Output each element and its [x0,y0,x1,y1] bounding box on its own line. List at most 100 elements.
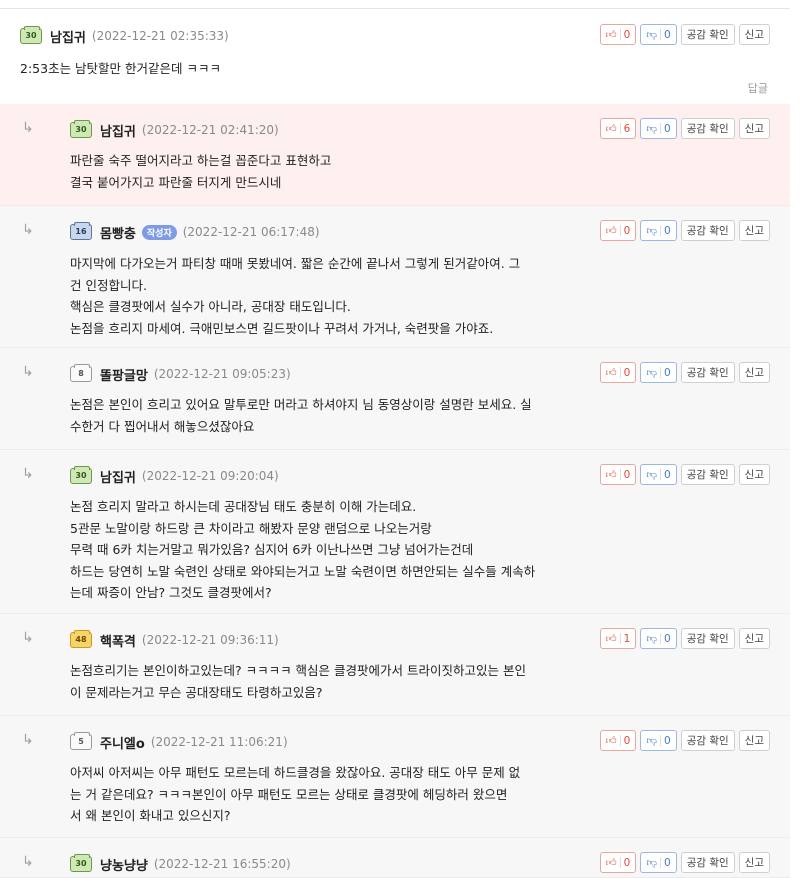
reply-link[interactable]: 답글 [748,80,768,96]
downvote-count: 0 [664,856,671,869]
comment-line: 논점 흐리지 말라고 하시는데 공대장님 태도 충분히 이해 가는데요. [70,499,417,514]
agree-check-button[interactable]: 공감 확인 [680,464,735,485]
nickname[interactable]: 남집귀 [50,27,86,46]
downvote-button[interactable]: 👎︎ 0 [640,118,677,139]
agree-check-button[interactable]: 공감 확인 [680,362,735,383]
comment-date: (2022-12-21 02:41:20) [141,123,279,137]
comment-actions: 👍︎ 1 👎︎ 0 공감 확인 신고 [599,628,770,649]
comment-actions: 👍︎ 0 👎︎ 0 공감 확인 신고 [599,464,770,485]
agree-check-button[interactable]: 공감 확인 [680,852,735,873]
report-button[interactable]: 신고 [738,730,770,751]
comment-root: 30 남집귀 (2022-12-21 02:35:33) 👍︎ 0 👎︎ 0 공감 … [0,10,790,105]
comment-reply: ↳ 16 몸빵충 작성자 (2022-12-21 06:17:48) 👍︎ 0 👎… [0,206,790,348]
upvote-button[interactable]: 👍︎ 0 [599,362,637,383]
comment-header: 16 몸빵충 작성자 (2022-12-21 06:17:48) [70,222,320,242]
comment-body: 파란줄 숙주 떨어지라고 하는걸 꼽준다고 표현하고 결국 붙어가지고 파란줄 … [70,150,630,193]
downvote-count: 0 [664,224,671,237]
comment-line: 핵심은 클경팟에서 실수가 아니라, 공대장 태도입니다. [70,299,351,314]
comment-line: 결국 붙어가지고 파란줄 터지게 만드시네 [70,174,282,190]
comment-reply: ↳ 5 주니엘o (2022-12-21 11:06:21) 👍︎ 0 👎︎ 0 공… [0,716,790,838]
comment-line: 논점은 본인이 흐리고 있어요 말투로만 머라고 하셔야지 님 동영상이랑 설명… [70,397,532,412]
nickname[interactable]: 남집귀 [100,121,136,140]
nickname[interactable]: 냥농냥냥 [100,855,148,874]
report-button[interactable]: 신고 [738,362,770,383]
thumbs-down-icon: 👎︎ [646,735,657,747]
thumbs-up-icon: 👍︎ [605,857,617,869]
comment-line: 하드는 당연히 노말 숙련인 상태로 와야되는거고 노말 숙련이면 하면안되는 … [70,563,536,579]
upvote-count: 0 [623,734,631,747]
level-badge-icon: 30 [70,466,92,484]
report-button[interactable]: 신고 [738,24,770,45]
comment-line: 2:53초는 남탓할만 한거같은데 ㅋㅋㅋ [20,61,221,76]
comment-actions: 👍︎ 0 👎︎ 0 공감 확인 신고 [599,730,770,751]
level-badge-icon: 30 [20,26,42,44]
report-button[interactable]: 신고 [738,220,770,241]
comment-header: 30 남집귀 (2022-12-21 02:41:20) [70,120,279,140]
comment-line: 논점을 흐리지 마세여. 극애민보스면 길드팟이나 꾸려서 가거나, 숙련팟을 … [70,320,494,336]
thumbs-down-icon: 👎︎ [646,367,657,379]
agree-check-button[interactable]: 공감 확인 [680,118,735,139]
upvote-button[interactable]: 👍︎ 0 [599,464,637,485]
downvote-count: 0 [664,734,671,747]
report-button[interactable]: 신고 [738,464,770,485]
comment-reply: ↳ 30 냥농냥냥 (2022-12-21 16:55:20) 👍︎ 0 👎︎ 0 … [0,838,790,878]
comment-line: 건 인정합니다. [70,277,147,293]
upvote-button[interactable]: 👍︎ 6 [599,118,637,139]
upvote-button[interactable]: 👍︎ 0 [599,220,637,241]
downvote-button[interactable]: 👎︎ 0 [640,730,677,751]
downvote-button[interactable]: 👎︎ 0 [640,628,677,649]
comment-line: 마지막에 다가오는거 파티창 때매 못봤네여. 짧은 순간에 끝나서 그렇게 된… [70,256,521,271]
thumbs-down-icon: 👎︎ [646,469,657,481]
thumbs-down-icon: 👎︎ [646,225,657,237]
upvote-button[interactable]: 👍︎ 0 [599,24,637,45]
thumbs-up-icon: 👍︎ [605,123,617,135]
downvote-count: 0 [664,28,671,41]
downvote-button[interactable]: 👎︎ 0 [640,24,677,45]
comment-header: 30 냥농냥냥 (2022-12-21 16:55:20) [70,854,291,874]
comment-line: 무력 때 6카 치는거말고 뭐가있음? 심지어 6카 이난나쓰면 그냥 넘어가는… [70,542,474,557]
agree-check-button[interactable]: 공감 확인 [680,220,735,241]
comment-date: (2022-12-21 06:17:48) [182,225,320,239]
downvote-count: 0 [664,468,671,481]
reply-arrow-icon: ↳ [22,466,34,482]
comment-line: 파란줄 숙주 떨어지라고 하는걸 꼽준다고 표현하고 [70,153,332,168]
thumbs-down-icon: 👎︎ [646,633,657,645]
comment-header: 30 남집귀 (2022-12-21 02:35:33) [20,26,229,46]
agree-check-button[interactable]: 공감 확인 [680,628,735,649]
comment-line: 서 왜 본인이 화내고 있으신지? [70,808,231,823]
agree-check-button[interactable]: 공감 확인 [680,730,735,751]
level-badge-icon: 8 [70,364,92,382]
upvote-count: 0 [623,224,631,237]
reply-arrow-icon: ↳ [22,630,34,646]
report-button[interactable]: 신고 [738,118,770,139]
report-button[interactable]: 신고 [738,628,770,649]
downvote-button[interactable]: 👎︎ 0 [640,220,677,241]
comment-actions: 👍︎ 6 👎︎ 0 공감 확인 신고 [599,118,770,139]
reply-arrow-icon: ↳ [22,364,34,380]
thumbs-up-icon: 👍︎ [605,735,617,747]
upvote-button[interactable]: 👍︎ 0 [599,852,637,873]
downvote-button[interactable]: 👎︎ 0 [640,464,677,485]
upvote-count: 0 [623,28,631,41]
level-badge-icon: 30 [70,120,92,138]
upvote-button[interactable]: 👍︎ 1 [599,628,637,649]
nickname[interactable]: 핵폭격 [100,631,136,650]
nickname[interactable]: 주니엘o [100,733,145,752]
comment-line: 아저씨 아저씨는 아무 패턴도 모르는데 하드클경을 왔잖아요. 공대장 태도 … [70,765,521,780]
level-badge-icon: 48 [70,630,92,648]
top-divider [0,8,790,9]
downvote-button[interactable]: 👎︎ 0 [640,852,677,873]
downvote-count: 0 [664,122,671,135]
nickname[interactable]: 똘팡글망 [100,365,148,384]
comment-line: 논점흐리기는 본인이하고있는데? ㅋㅋㅋㅋ 핵심은 클경팟에가서 트라이짓하고있… [70,663,526,678]
nickname[interactable]: 남집귀 [100,467,136,486]
agree-check-button[interactable]: 공감 확인 [680,24,735,45]
comment-actions: 👍︎ 0 👎︎ 0 공감 확인 신고 [599,24,770,45]
thumbs-up-icon: 👍︎ [605,633,617,645]
downvote-button[interactable]: 👎︎ 0 [640,362,677,383]
report-button[interactable]: 신고 [738,852,770,873]
comment-body: 2:53초는 남탓할만 한거같은데 ㅋㅋㅋ [20,58,620,80]
comment-actions: 👍︎ 0 👎︎ 0 공감 확인 신고 [599,220,770,241]
upvote-button[interactable]: 👍︎ 0 [599,730,637,751]
nickname[interactable]: 몸빵충 [100,223,136,242]
